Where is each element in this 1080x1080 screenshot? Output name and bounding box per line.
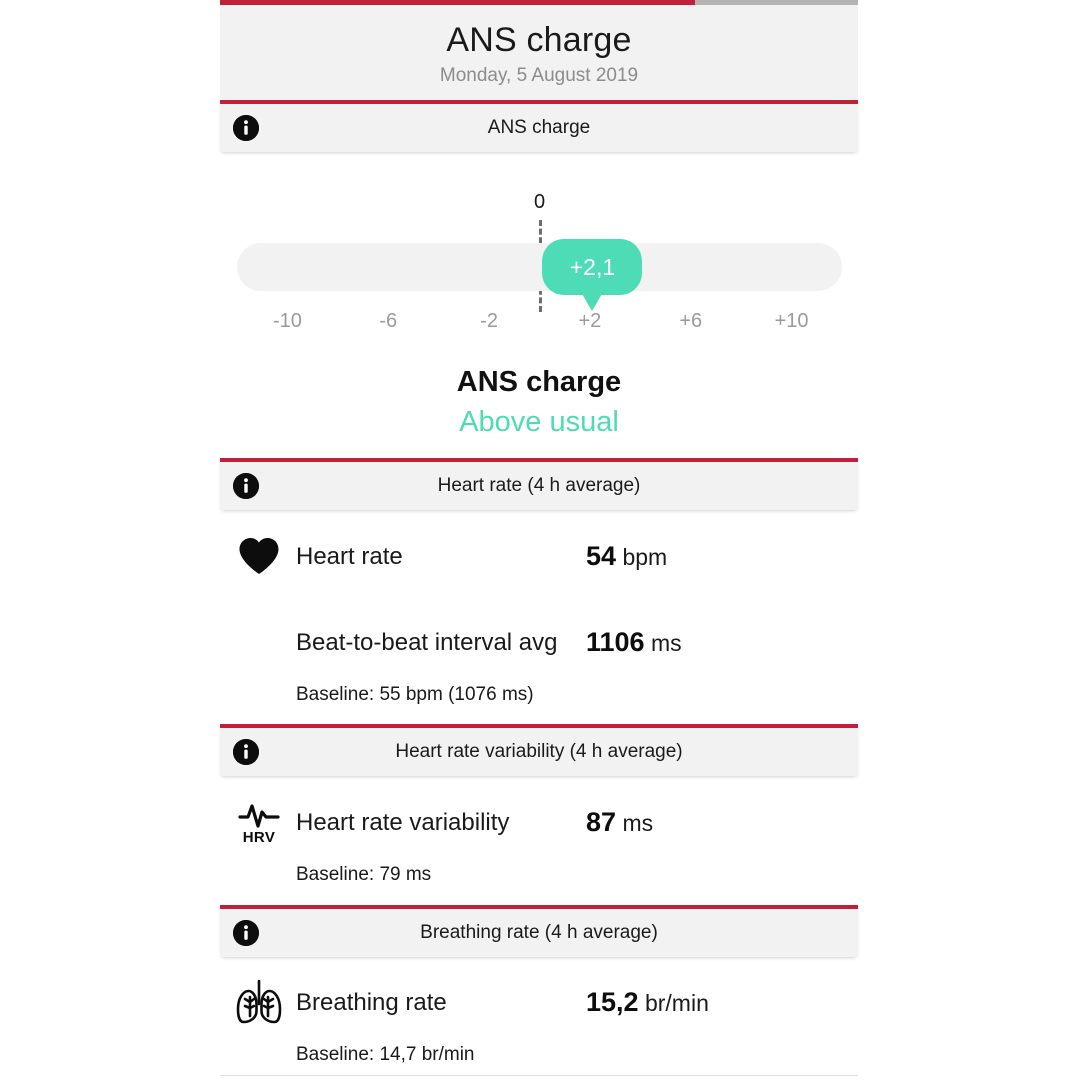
info-icon[interactable] xyxy=(233,473,259,499)
metric-value-breathing-rate: 15,2 br/min xyxy=(586,987,709,1018)
metric-label-heart-rate: Heart rate xyxy=(296,543,403,571)
heart-rate-number: 54 xyxy=(586,541,616,571)
metric-label-hrv: Heart rate variability xyxy=(296,809,509,837)
app-screen: ANS charge Monday, 5 August 2019 ANS cha… xyxy=(0,0,1080,1080)
lungs-icon xyxy=(228,975,290,1029)
gauge-tick-minus2: -2 xyxy=(480,310,498,333)
gauge-tick-minus6: -6 xyxy=(379,310,397,333)
metric-row-beat-to-beat: Beat-to-beat interval avg 1106 ms xyxy=(220,618,858,666)
beat-to-beat-number: 1106 xyxy=(586,627,645,657)
metric-value-hrv: 87 ms xyxy=(586,807,653,838)
gauge-tick-plus2: +2 xyxy=(579,310,602,333)
info-icon[interactable] xyxy=(233,739,259,765)
hrv-metrics: HRV Heart rate variability 87 ms Baselin… xyxy=(220,776,858,894)
verdict-value: Above usual xyxy=(220,402,858,442)
metric-value-beat-to-beat: 1106 ms xyxy=(586,627,682,658)
metric-row-heart-rate: Heart rate 54 bpm xyxy=(220,532,858,580)
section-title-breathing-rate: Breathing rate (4 h average) xyxy=(420,922,658,944)
section-header-ans-charge[interactable]: ANS charge xyxy=(220,100,858,152)
hrv-unit: ms xyxy=(622,810,653,836)
heart-icon xyxy=(228,532,290,580)
gauge-tick-minus10: -10 xyxy=(273,310,302,333)
info-icon[interactable] xyxy=(233,920,259,946)
section-header-breathing-rate[interactable]: Breathing rate (4 h average) xyxy=(220,905,858,957)
gauge-track[interactable] xyxy=(237,243,842,291)
breathing-rate-metrics: Breathing rate 15,2 br/min Baseline: 14,… xyxy=(220,957,858,1080)
bottom-divider xyxy=(220,1075,858,1076)
metric-row-hrv: HRV Heart rate variability 87 ms xyxy=(220,796,858,848)
gauge-tick-plus10: +10 xyxy=(775,310,809,333)
report-header: ANS charge Monday, 5 August 2019 xyxy=(220,5,858,100)
heart-rate-metrics: Heart rate 54 bpm Beat-to-beat interval … xyxy=(220,510,858,724)
verdict-label: ANS charge xyxy=(220,362,858,402)
section-header-hrv[interactable]: Heart rate variability (4 h average) xyxy=(220,724,858,776)
baseline-hrv: Baseline: 79 ms xyxy=(296,864,431,886)
metric-label-beat-to-beat: Beat-to-beat interval avg xyxy=(296,629,557,657)
page-title: ANS charge xyxy=(446,19,631,61)
gauge-zero-label: 0 xyxy=(534,191,545,214)
info-icon[interactable] xyxy=(233,115,259,141)
ans-charge-gauge: 0 +2,1 -10 -6 -2 +2 +6 +10 xyxy=(220,155,858,340)
section-header-heart-rate[interactable]: Heart rate (4 h average) xyxy=(220,458,858,510)
baseline-breathing-rate: Baseline: 14,7 br/min xyxy=(296,1044,475,1066)
metric-value-heart-rate: 54 bpm xyxy=(586,541,667,572)
gauge-marker-pointer xyxy=(578,287,606,311)
gauge-tick-plus6: +6 xyxy=(679,310,702,333)
section-title-hrv: Heart rate variability (4 h average) xyxy=(395,741,682,763)
hrv-waveform-icon: HRV xyxy=(228,796,290,848)
section-title-heart-rate: Heart rate (4 h average) xyxy=(438,475,641,497)
metric-row-breathing-rate: Breathing rate 15,2 br/min xyxy=(220,975,858,1029)
hrv-number: 87 xyxy=(586,807,616,837)
gauge-tick-labels: -10 -6 -2 +2 +6 +10 xyxy=(220,310,858,336)
hrv-icon-label: HRV xyxy=(243,830,276,845)
beat-to-beat-unit: ms xyxy=(651,630,682,656)
report-card: ANS charge Monday, 5 August 2019 ANS cha… xyxy=(220,0,858,1080)
breathing-rate-number: 15,2 xyxy=(586,987,639,1017)
breathing-rate-unit: br/min xyxy=(645,990,709,1016)
report-date: Monday, 5 August 2019 xyxy=(440,63,638,89)
heart-rate-unit: bpm xyxy=(622,544,667,570)
metric-label-breathing-rate: Breathing rate xyxy=(296,989,447,1017)
baseline-heart-rate: Baseline: 55 bpm (1076 ms) xyxy=(296,684,534,706)
section-title-ans-charge: ANS charge xyxy=(488,117,590,139)
ans-charge-verdict: ANS charge Above usual xyxy=(220,362,858,442)
gauge-value-label: +2,1 xyxy=(570,254,615,281)
